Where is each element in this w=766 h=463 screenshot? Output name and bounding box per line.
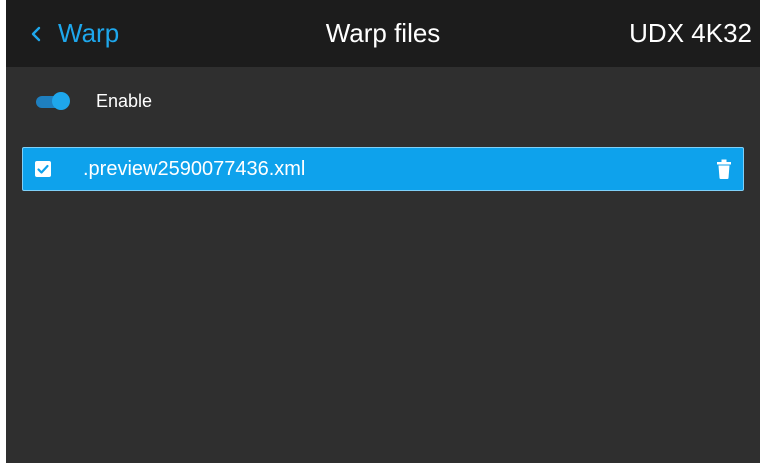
- file-name: .preview2590077436.xml: [83, 158, 306, 180]
- enable-toggle[interactable]: [34, 92, 70, 110]
- file-list-item[interactable]: .preview2590077436.xml: [22, 147, 744, 191]
- header-bar: Warp Warp files UDX 4K32: [6, 0, 760, 67]
- trash-icon[interactable]: [717, 159, 731, 179]
- enable-row: Enable: [34, 84, 152, 118]
- checkbox-checked-icon[interactable]: [35, 161, 51, 177]
- toggle-knob: [52, 92, 70, 110]
- device-model: UDX 4K32: [629, 18, 752, 48]
- warp-files-screen: Warp Warp files UDX 4K32 Enable .preview…: [6, 0, 760, 463]
- enable-label: Enable: [96, 90, 153, 111]
